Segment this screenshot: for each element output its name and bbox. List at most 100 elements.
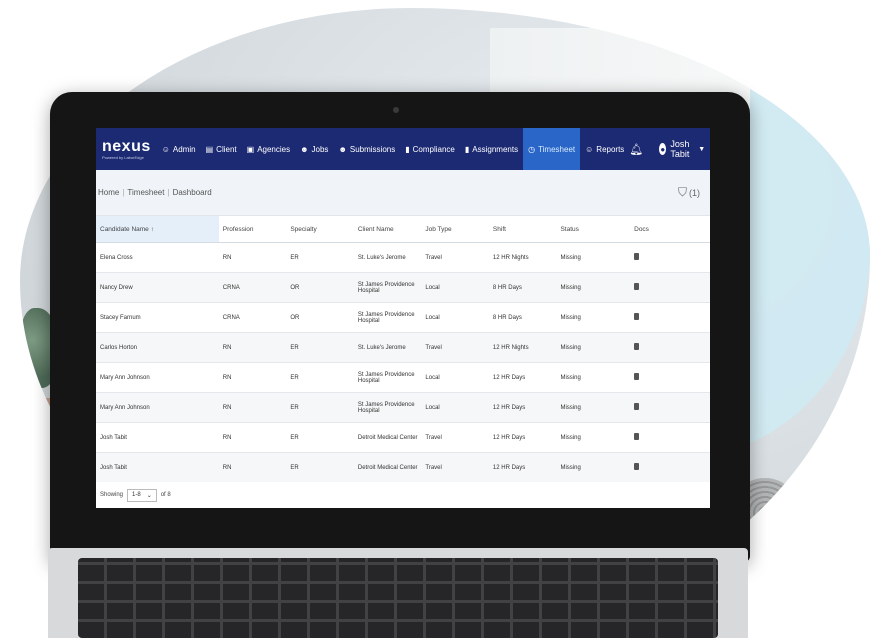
column-header-specialty[interactable]: Specialty <box>286 216 354 243</box>
document-icon[interactable] <box>634 463 640 470</box>
cell-shift: 12 HR Days <box>488 422 557 453</box>
cell-specialty: ER <box>286 452 354 483</box>
document-icon[interactable] <box>634 433 640 440</box>
chevron-down-icon: ▼ <box>698 145 706 153</box>
cell-candidate[interactable]: Elena Cross <box>96 242 219 273</box>
cell-profession: RN <box>218 332 287 363</box>
document-icon[interactable] <box>634 343 640 350</box>
pagination-footer: Showing 1-8 ⌄ of 8 <box>96 482 710 508</box>
cell-docs <box>630 332 710 363</box>
nav-item-compliance[interactable]: ▮ Compliance <box>400 128 460 170</box>
cell-shift: 8 HR Days <box>488 272 557 303</box>
cell-candidate[interactable]: Stacey Farnum <box>96 302 219 333</box>
cell-status: Missing <box>556 452 631 483</box>
column-header-docs[interactable]: Docs <box>630 216 710 243</box>
nav-label: Admin <box>172 144 196 154</box>
cell-job-type: Travel <box>421 452 489 483</box>
cell-candidate[interactable]: Mary Ann Johnson <box>96 362 219 393</box>
nav-item-jobs[interactable]: ☻ Jobs <box>295 128 333 170</box>
cell-candidate[interactable]: Josh Tabit <box>96 422 219 453</box>
timesheet-table: Candidate Name ↑ Profession Specialty Cl… <box>96 216 710 483</box>
document-icon[interactable] <box>634 253 640 260</box>
cell-specialty: ER <box>286 392 354 423</box>
cell-docs <box>630 242 710 273</box>
page-size-select[interactable]: 1-8 ⌄ <box>127 488 157 502</box>
table-header-row: Candidate Name ↑ Profession Specialty Cl… <box>96 216 710 243</box>
column-header-profession[interactable]: Profession <box>218 216 287 243</box>
table-row[interactable]: Nancy Drew CRNA OR St James Providence H… <box>96 272 710 303</box>
table-row[interactable]: Elena Cross RN ER St. Luke's Jerome Trav… <box>96 242 710 273</box>
cell-job-type: Local <box>421 362 489 393</box>
page-range: 1-8 <box>132 491 141 498</box>
table-row[interactable]: Stacey Farnum CRNA OR St James Providenc… <box>96 302 710 333</box>
person-icon: ☺ <box>585 144 594 154</box>
breadcrumb-timesheet[interactable]: Timesheet <box>127 188 164 197</box>
cell-status: Missing <box>556 392 631 423</box>
cell-shift: 12 HR Days <box>488 362 557 393</box>
nav-item-submissions[interactable]: ☻ Submissions <box>333 128 400 170</box>
breadcrumb-home[interactable]: Home <box>98 188 119 197</box>
laptop-base <box>48 548 748 638</box>
nav-item-admin[interactable]: ☺ Admin <box>157 128 201 170</box>
cell-client: St. Luke's Jerome <box>353 242 422 273</box>
keyboard <box>78 558 718 638</box>
column-header-job-type[interactable]: Job Type <box>421 216 489 243</box>
document-icon[interactable] <box>634 283 640 290</box>
nav-label: Agencies <box>257 144 291 154</box>
cell-specialty: ER <box>286 242 354 273</box>
filter-button[interactable]: ⛉ (1) <box>678 185 700 200</box>
nav-item-reports[interactable]: ☺ Reports <box>580 128 629 170</box>
document-icon[interactable] <box>634 313 640 320</box>
nav-label: Client <box>216 144 237 154</box>
table-row[interactable]: Mary Ann Johnson RN ER St James Providen… <box>96 392 710 423</box>
cell-candidate[interactable]: Josh Tabit <box>96 452 219 483</box>
cell-job-type: Travel <box>421 242 489 273</box>
table-row[interactable]: Josh Tabit RN ER Detroit Medical Center … <box>96 452 710 483</box>
user-menu[interactable]: ● Josh Tabit ▼ <box>659 139 705 159</box>
table-row[interactable]: Josh Tabit RN ER Detroit Medical Center … <box>96 422 710 453</box>
nav-item-agencies[interactable]: ▣ Agencies <box>242 128 295 170</box>
nav-item-assignments[interactable]: ▮ Assignments <box>460 128 523 170</box>
showing-label: Showing <box>100 492 124 498</box>
cell-shift: 12 HR Days <box>488 392 557 423</box>
nav-item-timesheet[interactable]: ◷ Timesheet <box>523 128 581 170</box>
building-icon: ▤ <box>205 144 214 154</box>
nav-label: Jobs <box>311 144 329 154</box>
table-row[interactable]: Mary Ann Johnson RN ER St James Providen… <box>96 362 710 393</box>
cell-shift: 12 HR Nights <box>488 332 557 363</box>
cell-specialty: ER <box>286 422 354 453</box>
bell-icon[interactable]: 🔔︎ <box>629 143 643 156</box>
cell-docs <box>630 452 710 483</box>
column-header-client-name[interactable]: Client Name <box>353 216 422 243</box>
cell-specialty: OR <box>286 302 354 333</box>
people-icon: ☻ <box>300 144 309 154</box>
cell-client: Detroit Medical Center <box>353 422 422 453</box>
cell-docs <box>630 422 710 453</box>
app-logo[interactable]: nexus Powered by LaborEdge <box>102 138 151 160</box>
cell-candidate[interactable]: Mary Ann Johnson <box>96 392 219 423</box>
nav-item-client[interactable]: ▤ Client <box>201 128 242 170</box>
document-icon[interactable] <box>634 373 640 380</box>
cell-candidate[interactable]: Carlos Horton <box>96 332 219 363</box>
cell-profession: RN <box>218 242 287 273</box>
column-header-shift[interactable]: Shift <box>488 216 557 243</box>
cell-status: Missing <box>556 362 631 393</box>
cell-status: Missing <box>556 422 631 453</box>
cell-docs <box>630 302 710 333</box>
table-row[interactable]: Carlos Horton RN ER St. Luke's Jerome Tr… <box>96 332 710 363</box>
cell-candidate[interactable]: Nancy Drew <box>96 272 219 303</box>
cell-client: Detroit Medical Center <box>353 452 422 483</box>
nav-label: Submissions <box>349 144 396 154</box>
column-header-status[interactable]: Status <box>556 216 631 243</box>
cell-client: St. Luke's Jerome <box>353 332 422 363</box>
person-icon: ☺ <box>161 144 170 154</box>
cell-shift: 12 HR Days <box>488 452 557 483</box>
document-icon[interactable] <box>634 403 640 410</box>
app-screen: nexus Powered by LaborEdge ☺ Admin ▤ Cli… <box>96 128 710 508</box>
column-header-candidate-name[interactable]: Candidate Name ↑ <box>96 216 219 243</box>
cell-client: St James Providence Hospital <box>353 272 422 303</box>
nav-label: Timesheet <box>538 144 576 154</box>
cell-status: Missing <box>556 242 631 273</box>
cell-status: Missing <box>556 272 631 303</box>
breadcrumb: Home | Timesheet | Dashboard <box>98 188 212 197</box>
